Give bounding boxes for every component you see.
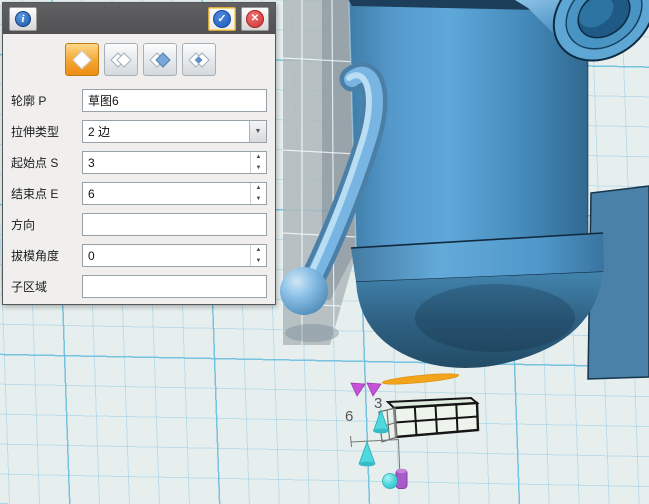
extrude-type-select[interactable]: 2 边 ▼	[82, 120, 267, 143]
profile-input[interactable]: 草图6	[82, 89, 267, 112]
form-row-direction: 方向	[11, 213, 267, 236]
subregion-input[interactable]	[82, 275, 267, 298]
profile-label: 轮廓 P	[11, 92, 82, 109]
spin-up-icon[interactable]: ▲	[251, 245, 266, 256]
info-button[interactable]: i	[9, 7, 37, 31]
form-row-draft-angle: 拔模角度 0 ▲ ▼	[11, 244, 267, 267]
spin-down-icon[interactable]: ▼	[251, 163, 266, 174]
dim-label-end: 6	[345, 408, 353, 425]
ok-button[interactable]: ✓	[208, 7, 236, 31]
diamond-double-dot-icon	[187, 49, 211, 71]
extrude-form: 轮廓 P 草图6 拉伸类型 2 边 ▼ 起始点 S 3 ▲ ▼	[3, 79, 275, 298]
extrude-type-label: 拉伸类型	[11, 123, 82, 140]
start-point-input[interactable]: 3 ▲ ▼	[82, 151, 267, 174]
form-row-profile: 轮廓 P 草图6	[11, 89, 267, 112]
dropdown-arrow-icon[interactable]: ▼	[249, 121, 266, 142]
handle-shadow	[285, 324, 339, 342]
profile-value: 草图6	[88, 92, 119, 109]
extrude-type-button-3[interactable]	[143, 43, 177, 76]
mug-body[interactable]	[349, 0, 604, 368]
anchor-handle[interactable]	[382, 469, 407, 489]
draft-angle-value: 0	[88, 249, 95, 263]
extrude-preview[interactable]: 3 6	[345, 372, 478, 489]
highlighted-edge	[382, 372, 459, 387]
diamond-double-icon	[109, 49, 133, 71]
drag-cone-cyan-2[interactable]	[359, 442, 375, 466]
spin-down-icon[interactable]: ▼	[251, 194, 266, 205]
spin-up-icon[interactable]: ▲	[251, 152, 266, 163]
form-row-extrude-type: 拉伸类型 2 边 ▼	[11, 120, 267, 143]
handle-ball	[280, 267, 328, 315]
extrude-type-value: 2 边	[88, 123, 110, 140]
extrude-type-button-2[interactable]	[104, 43, 138, 76]
info-icon: i	[15, 11, 31, 27]
cancel-button[interactable]: ✕	[241, 7, 269, 31]
form-row-end-point: 结束点 E 6 ▲ ▼	[11, 182, 267, 205]
diamond-single-icon	[70, 49, 94, 71]
direction-label: 方向	[11, 216, 82, 233]
end-point-stepper[interactable]: ▲ ▼	[250, 183, 266, 204]
start-point-value: 3	[88, 156, 95, 170]
diamond-white-blue-icon	[148, 49, 172, 71]
app-window: 3 6	[0, 0, 649, 504]
end-point-value: 6	[88, 187, 95, 201]
start-point-label: 起始点 S	[11, 154, 82, 171]
dialog-titlebar: i ✓ ✕	[3, 3, 275, 34]
close-icon: ✕	[246, 10, 264, 28]
subregion-label: 子区域	[11, 278, 82, 295]
end-point-label: 结束点 E	[11, 185, 82, 202]
wireframe-box	[379, 398, 478, 442]
ok-check-icon: ✓	[213, 10, 231, 28]
draft-angle-label: 拔模角度	[11, 247, 82, 264]
extrude-type-button-4[interactable]	[182, 43, 216, 76]
extrude-dialog: i ✓ ✕	[2, 2, 276, 305]
start-point-stepper[interactable]: ▲ ▼	[250, 152, 266, 173]
end-point-input[interactable]: 6 ▲ ▼	[82, 182, 267, 205]
extrude-type-button-1[interactable]	[65, 43, 99, 76]
spin-down-icon[interactable]: ▼	[251, 256, 266, 267]
draft-angle-input[interactable]: 0 ▲ ▼	[82, 244, 267, 267]
direction-input[interactable]	[82, 213, 267, 236]
form-row-subregion: 子区域	[11, 275, 267, 298]
draft-angle-stepper[interactable]: ▲ ▼	[250, 245, 266, 266]
spin-up-icon[interactable]: ▲	[251, 183, 266, 194]
extrude-type-toolbar	[65, 43, 275, 76]
form-row-start-point: 起始点 S 3 ▲ ▼	[11, 151, 267, 174]
direction-arrow-magenta-1	[351, 383, 365, 396]
